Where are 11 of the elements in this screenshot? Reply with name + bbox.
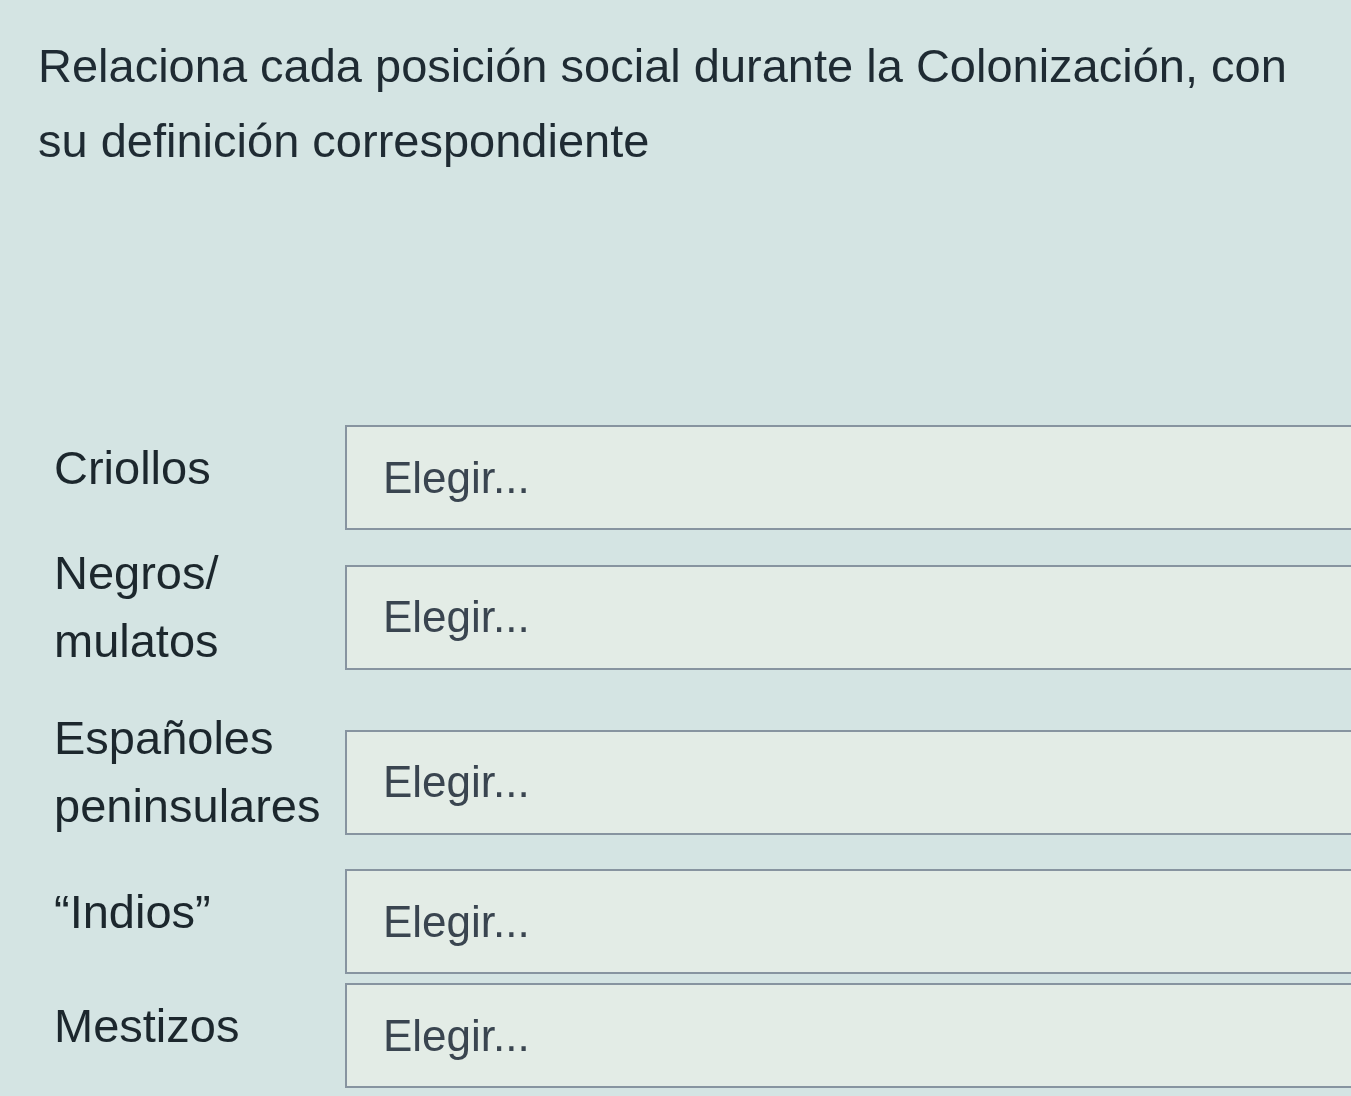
term-label: Criollos bbox=[54, 439, 211, 496]
select-field[interactable]: Elegir... bbox=[345, 425, 1351, 530]
select-field[interactable]: Elegir... bbox=[345, 564, 1351, 670]
select-field[interactable]: Elegir... bbox=[345, 983, 1351, 1088]
select-field[interactable]: Elegir... bbox=[345, 869, 1351, 974]
term-label: Mestizos bbox=[54, 997, 240, 1054]
term-label: “Indios” bbox=[54, 883, 211, 940]
term-label: Negros/ mulatos bbox=[54, 545, 220, 669]
term-label: Españoles peninsulares bbox=[54, 710, 322, 834]
question-text: Relaciona cada posición social durante la Colonización, con su definición correspondiente bbox=[37, 38, 1288, 169]
select-field[interactable]: Elegir... bbox=[345, 729, 1351, 835]
